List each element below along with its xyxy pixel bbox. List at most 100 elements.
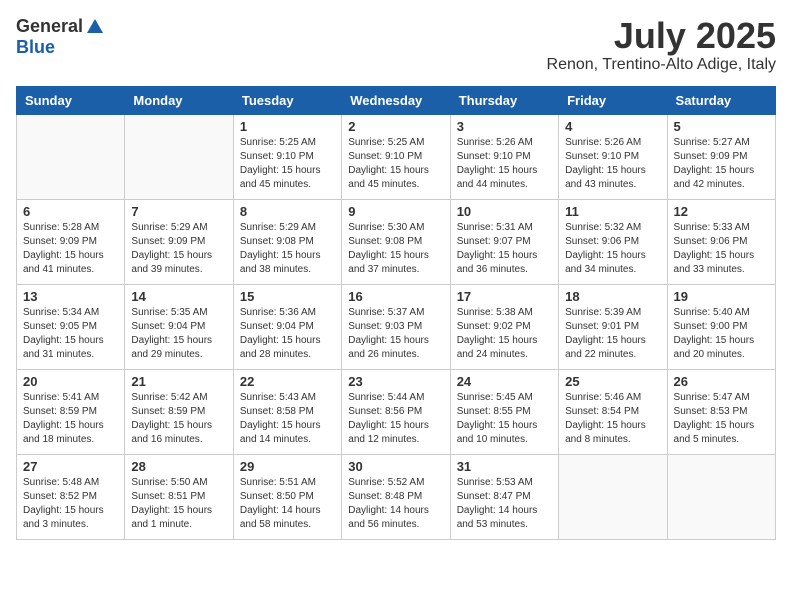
day-number: 23 [348,374,443,389]
day-info: Sunrise: 5:25 AM Sunset: 9:10 PM Dayligh… [348,136,443,192]
calendar-week-row: 27Sunrise: 5:48 AM Sunset: 8:52 PM Dayli… [17,454,776,539]
calendar-cell: 22 Sunrise: 5:43 AM Sunset: 8:58 PM Dayli… [233,369,341,454]
calendar-cell: 12 Sunrise: 5:33 AM Sunset: 9:06 PM Dayli… [667,199,775,284]
calendar-cell: 15Sunrise: 5:36 AM Sunset: 9:04 PM Dayli… [233,284,341,369]
calendar-cell [17,114,125,199]
calendar-cell: 27Sunrise: 5:48 AM Sunset: 8:52 PM Dayli… [17,454,125,539]
day-number: 27 [23,459,118,474]
day-info: Sunrise: 5:47 AM Sunset: 8:53 PM Dayligh… [674,391,769,447]
day-info: Sunrise: 5:39 AM Sunset: 9:01 PM Dayligh… [565,306,660,362]
day-number: 21 [131,374,226,389]
calendar-cell: 19 Sunrise: 5:40 AM Sunset: 9:00 PM Dayli… [667,284,775,369]
day-number: 22 [240,374,335,389]
day-number: 28 [131,459,226,474]
day-number: 16 [348,289,443,304]
calendar-cell: 20Sunrise: 5:41 AM Sunset: 8:59 PM Dayli… [17,369,125,454]
day-number: 11 [565,204,660,219]
calendar-cell: 5Sunrise: 5:27 AM Sunset: 9:09 PM Daylig… [667,114,775,199]
day-info: Sunrise: 5:25 AM Sunset: 9:10 PM Dayligh… [240,136,335,192]
calendar-cell: 29 Sunrise: 5:51 AM Sunset: 8:50 PM Dayli… [233,454,341,539]
day-info: Sunrise: 5:32 AM Sunset: 9:06 PM Dayligh… [565,221,660,277]
day-number: 12 [674,204,769,219]
calendar-cell: 1 Sunrise: 5:25 AM Sunset: 9:10 PM Daylig… [233,114,341,199]
day-info: Sunrise: 5:29 AM Sunset: 9:09 PM Dayligh… [131,221,226,277]
calendar-week-row: 6Sunrise: 5:28 AM Sunset: 9:09 PM Daylig… [17,199,776,284]
calendar-cell: 14 Sunrise: 5:35 AM Sunset: 9:04 PM Dayli… [125,284,233,369]
calendar-cell: 7 Sunrise: 5:29 AM Sunset: 9:09 PM Daylig… [125,199,233,284]
calendar-cell: 28 Sunrise: 5:50 AM Sunset: 8:51 PM Dayli… [125,454,233,539]
day-number: 13 [23,289,118,304]
calendar-cell: 17Sunrise: 5:38 AM Sunset: 9:02 PM Dayli… [450,284,558,369]
calendar-week-row: 1 Sunrise: 5:25 AM Sunset: 9:10 PM Daylig… [17,114,776,199]
logo-blue-text: Blue [16,37,55,58]
weekday-header: Monday [125,86,233,114]
day-info: Sunrise: 5:45 AM Sunset: 8:55 PM Dayligh… [457,391,552,447]
day-info: Sunrise: 5:43 AM Sunset: 8:58 PM Dayligh… [240,391,335,447]
day-info: Sunrise: 5:26 AM Sunset: 9:10 PM Dayligh… [565,136,660,192]
day-info: Sunrise: 5:52 AM Sunset: 8:48 PM Dayligh… [348,476,443,532]
weekday-header: Thursday [450,86,558,114]
weekday-header: Friday [559,86,667,114]
day-info: Sunrise: 5:50 AM Sunset: 8:51 PM Dayligh… [131,476,226,532]
day-info: Sunrise: 5:34 AM Sunset: 9:05 PM Dayligh… [23,306,118,362]
day-info: Sunrise: 5:46 AM Sunset: 8:54 PM Dayligh… [565,391,660,447]
day-number: 19 [674,289,769,304]
calendar-cell: 9 Sunrise: 5:30 AM Sunset: 9:08 PM Daylig… [342,199,450,284]
day-info: Sunrise: 5:37 AM Sunset: 9:03 PM Dayligh… [348,306,443,362]
day-number: 4 [565,119,660,134]
day-info: Sunrise: 5:26 AM Sunset: 9:10 PM Dayligh… [457,136,552,192]
calendar-cell: 23 Sunrise: 5:44 AM Sunset: 8:56 PM Dayli… [342,369,450,454]
day-number: 1 [240,119,335,134]
day-info: Sunrise: 5:38 AM Sunset: 9:02 PM Dayligh… [457,306,552,362]
calendar-cell [667,454,775,539]
day-number: 2 [348,119,443,134]
day-number: 5 [674,119,769,134]
day-number: 25 [565,374,660,389]
calendar-cell: 6Sunrise: 5:28 AM Sunset: 9:09 PM Daylig… [17,199,125,284]
day-number: 3 [457,119,552,134]
day-info: Sunrise: 5:41 AM Sunset: 8:59 PM Dayligh… [23,391,118,447]
day-info: Sunrise: 5:29 AM Sunset: 9:08 PM Dayligh… [240,221,335,277]
weekday-header: Tuesday [233,86,341,114]
day-info: Sunrise: 5:44 AM Sunset: 8:56 PM Dayligh… [348,391,443,447]
title-block: July 2025 Renon, Trentino-Alto Adige, It… [547,16,776,74]
logo: General Blue [16,16,105,58]
calendar-cell [125,114,233,199]
calendar-cell: 31Sunrise: 5:53 AM Sunset: 8:47 PM Dayli… [450,454,558,539]
weekday-header: Saturday [667,86,775,114]
day-number: 8 [240,204,335,219]
calendar-week-row: 20Sunrise: 5:41 AM Sunset: 8:59 PM Dayli… [17,369,776,454]
calendar-cell: 25 Sunrise: 5:46 AM Sunset: 8:54 PM Dayli… [559,369,667,454]
location-title: Renon, Trentino-Alto Adige, Italy [547,56,776,74]
calendar-cell: 8 Sunrise: 5:29 AM Sunset: 9:08 PM Daylig… [233,199,341,284]
calendar-cell: 4 Sunrise: 5:26 AM Sunset: 9:10 PM Daylig… [559,114,667,199]
day-info: Sunrise: 5:33 AM Sunset: 9:06 PM Dayligh… [674,221,769,277]
day-number: 7 [131,204,226,219]
page-header: General Blue July 2025 Renon, Trentino-A… [16,16,776,74]
logo-general-text: General [16,16,83,37]
calendar-cell [559,454,667,539]
day-number: 14 [131,289,226,304]
calendar-cell: 11 Sunrise: 5:32 AM Sunset: 9:06 PM Dayli… [559,199,667,284]
day-number: 10 [457,204,552,219]
day-info: Sunrise: 5:30 AM Sunset: 9:08 PM Dayligh… [348,221,443,277]
day-number: 9 [348,204,443,219]
calendar-cell: 26Sunrise: 5:47 AM Sunset: 8:53 PM Dayli… [667,369,775,454]
day-number: 29 [240,459,335,474]
weekday-header-row: SundayMondayTuesdayWednesdayThursdayFrid… [17,86,776,114]
calendar-cell: 18Sunrise: 5:39 AM Sunset: 9:01 PM Dayli… [559,284,667,369]
calendar-cell: 3 Sunrise: 5:26 AM Sunset: 9:10 PM Daylig… [450,114,558,199]
day-info: Sunrise: 5:40 AM Sunset: 9:00 PM Dayligh… [674,306,769,362]
calendar-cell: 24 Sunrise: 5:45 AM Sunset: 8:55 PM Dayli… [450,369,558,454]
calendar-week-row: 13 Sunrise: 5:34 AM Sunset: 9:05 PM Dayli… [17,284,776,369]
day-info: Sunrise: 5:51 AM Sunset: 8:50 PM Dayligh… [240,476,335,532]
day-info: Sunrise: 5:28 AM Sunset: 9:09 PM Dayligh… [23,221,118,277]
logo-icon [85,17,105,37]
day-info: Sunrise: 5:31 AM Sunset: 9:07 PM Dayligh… [457,221,552,277]
day-number: 31 [457,459,552,474]
day-info: Sunrise: 5:35 AM Sunset: 9:04 PM Dayligh… [131,306,226,362]
day-number: 24 [457,374,552,389]
calendar-cell: 16 Sunrise: 5:37 AM Sunset: 9:03 PM Dayli… [342,284,450,369]
weekday-header: Wednesday [342,86,450,114]
day-number: 30 [348,459,443,474]
